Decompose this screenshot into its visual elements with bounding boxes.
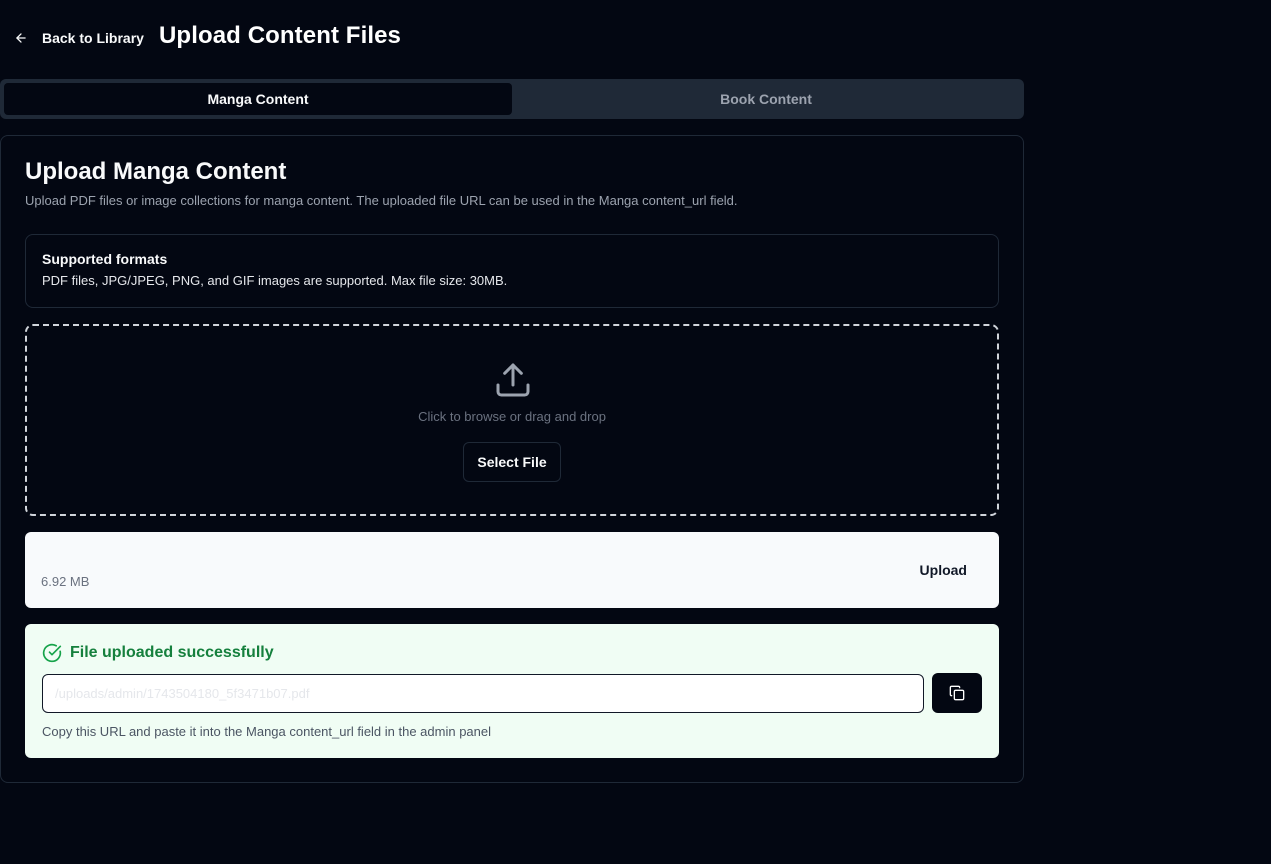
- selected-file-row: 6.92 MB Upload: [25, 532, 999, 608]
- file-dropzone[interactable]: Click to browse or drag and drop Select …: [25, 324, 999, 516]
- check-circle-icon: [42, 643, 62, 663]
- page-title: Upload Content Files: [159, 22, 401, 49]
- success-hint: Copy this URL and paste it into the Mang…: [42, 724, 492, 739]
- content-tabs: Manga Content Book Content: [0, 79, 1024, 119]
- dropzone-text: Click to browse or drag and drop: [418, 409, 606, 424]
- uploaded-url-field[interactable]: [42, 674, 924, 713]
- tab-manga-content[interactable]: Manga Content: [4, 83, 512, 115]
- formats-title: Supported formats: [42, 251, 168, 267]
- arrow-left-icon: [16, 33, 26, 43]
- upload-card: Upload Manga Content Upload PDF files or…: [0, 135, 1024, 783]
- formats-text: PDF files, JPG/JPEG, PNG, and GIF images…: [42, 273, 508, 288]
- success-header: File uploaded successfully: [42, 643, 274, 663]
- copy-icon: [949, 685, 965, 701]
- upload-success-panel: File uploaded successfully Copy this URL…: [25, 624, 999, 758]
- card-description: Upload PDF files or image collections fo…: [25, 193, 738, 208]
- back-label: Back to Library: [42, 30, 144, 46]
- copy-url-button[interactable]: [932, 673, 982, 713]
- success-title: File uploaded successfully: [70, 644, 274, 661]
- upload-button[interactable]: Upload: [904, 556, 983, 584]
- tab-book-content[interactable]: Book Content: [512, 83, 1020, 115]
- upload-icon: [496, 363, 530, 397]
- select-file-button[interactable]: Select File: [463, 442, 561, 482]
- back-to-library-button[interactable]: Back to Library: [8, 24, 150, 52]
- supported-formats-box: Supported formats PDF files, JPG/JPEG, P…: [25, 234, 999, 308]
- card-title: Upload Manga Content: [25, 158, 287, 185]
- page-header: Back to Library Upload Content Files: [0, 0, 1024, 78]
- file-size: 6.92 MB: [41, 574, 90, 589]
